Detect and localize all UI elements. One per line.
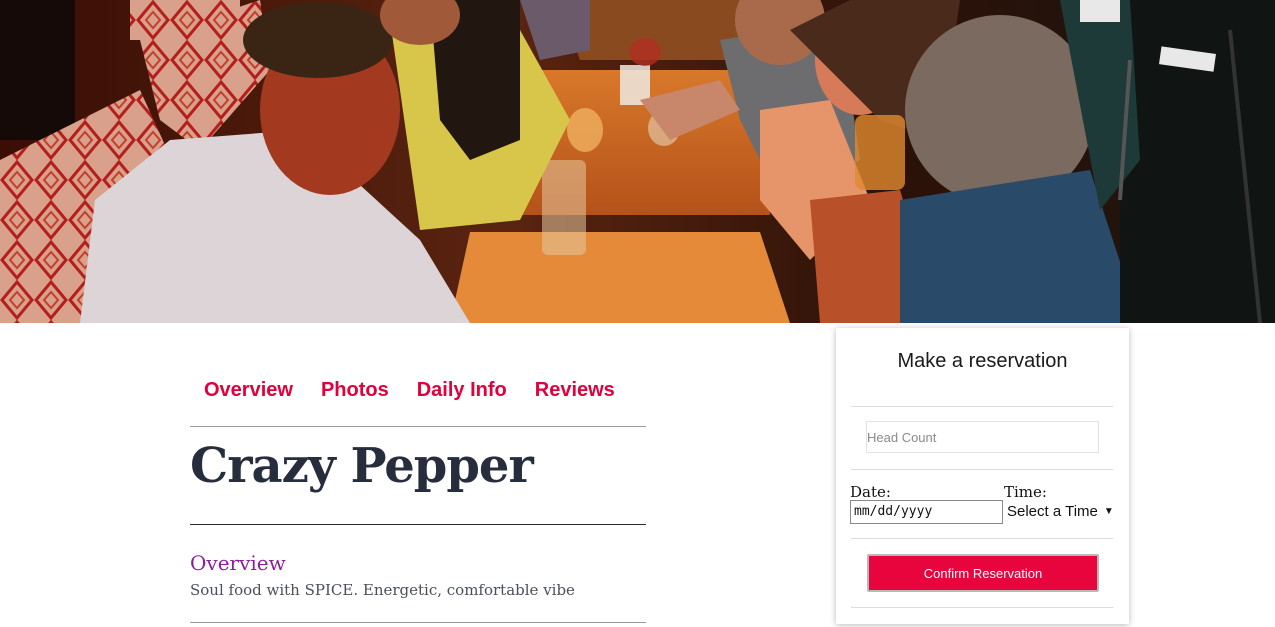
reservation-card: Make a reservation Date: Time: mm/dd/yyy… <box>836 328 1129 624</box>
divider <box>851 406 1113 407</box>
tab-reviews[interactable]: Reviews <box>521 376 629 404</box>
tab-daily-info[interactable]: Daily Info <box>403 376 521 404</box>
divider <box>851 469 1113 470</box>
overview-text: Soul food with SPICE. Energetic, comfort… <box>190 581 575 599</box>
divider <box>851 538 1113 539</box>
reservation-title: Make a reservation <box>897 350 1068 372</box>
date-input-value: mm/dd/yyyy <box>854 504 933 519</box>
time-select[interactable]: Select a Time ▼ <box>1007 501 1114 521</box>
divider <box>851 607 1113 608</box>
confirm-reservation-button[interactable]: Confirm Reservation <box>867 554 1099 592</box>
caret-down-icon: ▼ <box>1103 505 1114 517</box>
divider <box>190 426 646 427</box>
head-count-input[interactable] <box>866 421 1099 453</box>
tab-photos[interactable]: Photos <box>307 376 403 404</box>
restaurant-photo <box>0 0 1275 323</box>
time-select-value: Select a Time <box>1007 502 1098 520</box>
divider <box>190 622 646 623</box>
time-label: Time: <box>1004 483 1047 501</box>
hero-photo <box>0 0 1275 323</box>
date-label: Date: <box>850 483 891 501</box>
overview-heading: Overview <box>190 551 286 575</box>
divider <box>190 524 646 525</box>
tab-overview[interactable]: Overview <box>190 376 307 404</box>
date-input[interactable]: mm/dd/yyyy <box>850 500 1003 524</box>
restaurant-tabs: Overview Photos Daily Info Reviews <box>190 376 646 404</box>
restaurant-name: Crazy Pepper <box>190 438 534 494</box>
